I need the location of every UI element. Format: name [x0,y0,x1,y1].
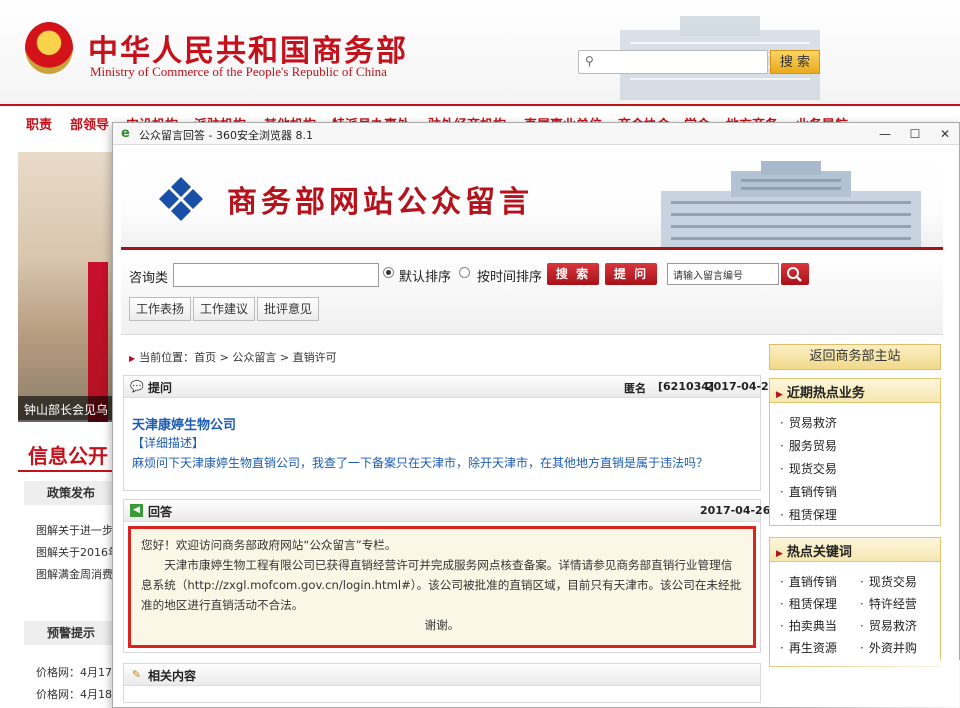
question-author: 匿名 [624,382,646,395]
category-label: 咨询类 [129,271,169,286]
site-title-en: Ministry of Commerce of the People's Rep… [90,64,387,79]
nav-item[interactable]: 职责 [26,114,52,133]
keyword-link[interactable]: 特许经营 [860,595,917,612]
popup-window: e 公众留言回答 - 360安全浏览器 8.1 — ☐ ✕ 商务部网站公众留言 [112,122,960,708]
site-header: ★ 中华人民共和国商务部 Ministry of Commerce of the… [0,0,960,104]
keyword-link[interactable]: 直销传销 [780,573,837,590]
national-emblem-icon: ★ [25,22,73,74]
message-number-input[interactable]: 请输入留言编号 [667,263,779,285]
praise-button[interactable]: 工作表扬 [129,297,192,321]
question-text: 麻烦问下天津康婷生物直销公司，我查了一下备案只在天津市，除开天津市，在其他地方直… [132,456,709,470]
keyword-link[interactable]: 现货交易 [860,573,917,590]
policy-tab[interactable]: 政策发布 [24,481,118,505]
breadcrumb-text[interactable]: 当前位置：首页 > 公众留言 > 直销许可 [139,351,336,364]
keyword-link[interactable]: 外资并购 [860,639,917,656]
window-titlebar[interactable]: e 公众留言回答 - 360安全浏览器 8.1 — ☐ ✕ [113,123,959,145]
news-photo[interactable] [18,152,118,422]
hot-business-title-text: 近期热点业务 [786,386,865,401]
site-search-button[interactable]: 搜 索 [770,50,820,74]
answer-panel: ◀ 回答 2017-04-26 您好！欢迎访问商务部政府网站“公众留言”专栏。 … [123,499,770,653]
policy-link[interactable]: 图解满金周消费 [36,566,118,582]
maximize-button[interactable]: ☐ [901,125,929,143]
divider [121,247,943,250]
keyword-link[interactable]: 拍卖典当 [780,617,837,634]
hot-business-box: ▶近期热点业务 贸易救济 服务贸易 现货交易 直销传销 租赁保理 [769,378,941,526]
question-date: 2017-04-26 [706,380,777,393]
answer-header: ◀ 回答 2017-04-26 [124,500,770,522]
close-button[interactable]: ✕ [931,125,959,143]
question-panel: 💬 提问 匿名 [621034] 2017-04-26 天津康婷生物公司 【详细… [123,375,776,491]
policy-link[interactable]: 图解关于2016年 [36,544,118,560]
price-link[interactable]: 价格网：4月18日 [36,686,118,702]
question-detail-label: 【详细描述】 [132,436,205,450]
hot-business-link[interactable]: 直销传销 [780,483,837,500]
sort-default-radio[interactable] [383,267,394,278]
watermark-fade [760,660,960,708]
criticism-button[interactable]: 批评意见 [257,297,320,321]
answer-content: 您好！欢迎访问商务部政府网站“公众留言”专栏。 天津市康婷生物工程有限公司已获得… [128,526,756,648]
minimize-button[interactable]: — [871,125,899,143]
hot-keywords-box: ▶热点关键词 直销传销 现货交易 租赁保理 特许经营 拍卖典当 贸易救济 再生资… [769,537,941,667]
policy-link[interactable]: 图解关于进一步 [36,522,118,538]
browser-icon: e [121,126,130,141]
banner-title: 商务部网站公众留言 [227,185,533,220]
keyword-link[interactable]: 租赁保理 [780,595,837,612]
back-to-main-button[interactable]: 返回商务部主站 [769,344,941,370]
pencil-icon: ✎ [131,668,142,681]
speech-bubble-icon: 💬 [130,380,144,393]
banner: 商务部网站公众留言 [121,155,943,249]
keyword-link[interactable]: 再生资源 [780,639,837,656]
search-icon: ⚲ [585,54,594,68]
answer-greeting: 您好！欢迎访问商务部政府网站“公众留言”专栏。 [141,538,397,552]
divider [18,470,118,472]
hot-keywords-title-text: 热点关键词 [786,545,852,560]
suggestion-button[interactable]: 工作建议 [193,297,256,321]
hot-business-link[interactable]: 现货交易 [780,460,837,477]
hot-business-link[interactable]: 服务贸易 [780,437,837,454]
price-link[interactable]: 价格网：4月17日 [36,664,118,680]
ask-button[interactable]: 提 问 [605,263,657,285]
question-header: 💬 提问 匿名 [621034] 2017-04-26 [124,376,776,398]
ministry-logo-icon [159,177,203,221]
sort-default-label[interactable]: 默认排序 [399,266,451,285]
number-search-button[interactable] [781,263,809,285]
hot-business-link[interactable]: 租赁保理 [780,506,837,523]
speaker-icon: ◀ [130,504,143,517]
related-panel: ✎ 相关内容 [123,663,761,703]
related-header-title: 相关内容 [148,669,197,683]
hot-keywords-title: ▶ 热点关键词 [770,538,940,562]
search-toolbar: 咨询类 默认排序 按时间排序 搜 索 提 问 请输入留言编号 工作表扬 工作建议… [121,251,943,335]
building-graphic [661,161,921,247]
screenshot-root: ★ 中华人民共和国商务部 Ministry of Commerce of the… [0,0,960,708]
answer-body: 天津市康婷生物工程有限公司已获得直销经营许可并完成服务网点核查备案。详情请参见商… [141,558,742,612]
arrow-icon: ▶ [129,354,136,363]
sort-time-label[interactable]: 按时间排序 [477,266,542,285]
hot-business-link[interactable]: 贸易救济 [780,414,837,431]
hot-business-title: ▶ 近期热点业务 [770,379,940,403]
breadcrumb: ▶ 当前位置：首页 > 公众留言 > 直销许可 [129,349,337,365]
related-header: ✎ 相关内容 [124,664,760,686]
warning-tab[interactable]: 预警提示 [24,621,118,645]
window-title: 公众留言回答 - 360安全浏览器 8.1 [139,129,313,142]
answer-date: 2017-04-26 [700,504,771,517]
arrow-icon: ▶ [776,390,783,400]
info-section-title[interactable]: 信息公开 [28,440,108,469]
site-search-input[interactable]: ⚲ [578,50,768,74]
arrow-icon: ▶ [776,549,783,559]
search-icon [787,267,802,282]
question-header-title: 提问 [148,381,173,395]
news-photo-caption[interactable]: 钟山部长会见乌 [18,396,118,422]
answer-thanks: 谢谢。 [424,618,460,632]
question-company: 天津康婷生物公司 [132,418,237,433]
sort-time-radio[interactable] [459,267,470,278]
search-button[interactable]: 搜 索 [547,263,599,285]
keyword-input[interactable] [173,263,379,287]
keyword-link[interactable]: 贸易救济 [860,617,917,634]
nav-item[interactable]: 部领导 [70,114,109,133]
answer-header-title: 回答 [148,505,173,519]
